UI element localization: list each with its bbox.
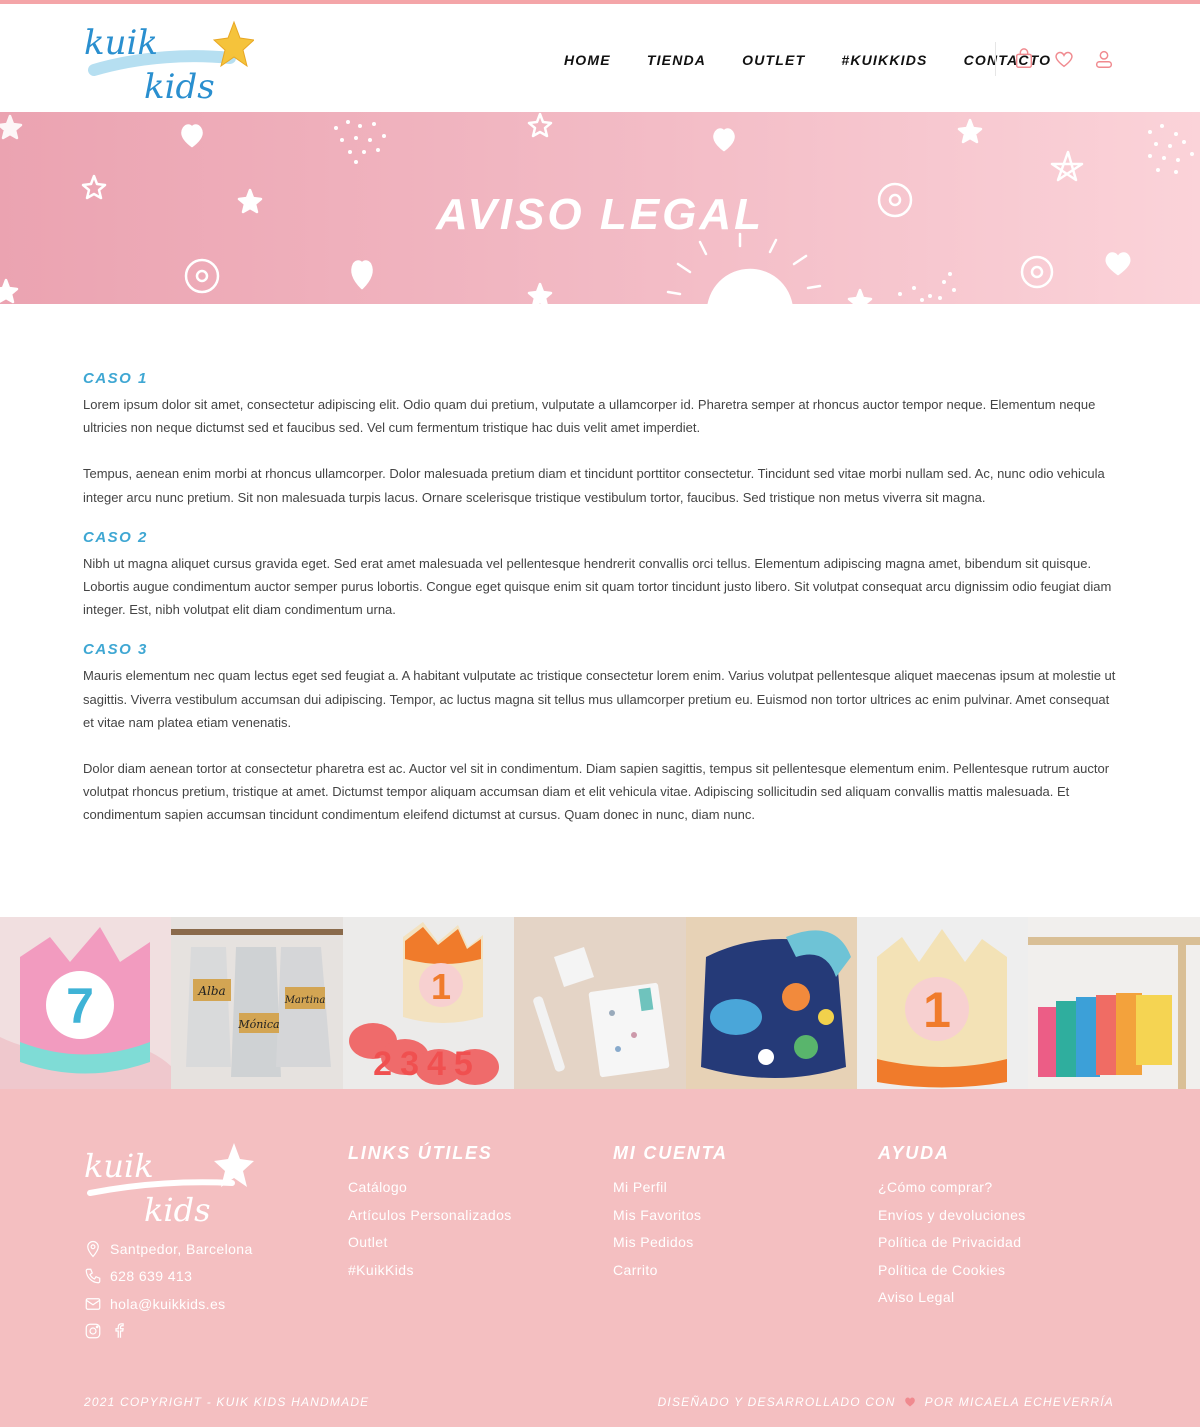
section-3-paragraph-2: Dolor diam aenean tortor at consectetur … [83,761,1110,823]
page-banner: AVISO LEGAL [0,112,1200,304]
footer-help-column: AYUDA ¿Cómo comprar? Envíos y devolucion… [878,1143,1026,1312]
footer-link-perfil[interactable]: Mi Perfil [613,1174,728,1202]
footer-link-carrito[interactable]: Carrito [613,1257,728,1285]
page-title: AVISO LEGAL [436,190,764,239]
footer-link-pedidos[interactable]: Mis Pedidos [613,1229,728,1257]
section-title-1: CASO 1 [83,370,148,387]
footer-links-column: LINKS ÚTILES Catálogo Artículos Personal… [348,1143,512,1284]
footer-credit: DISEÑADO Y DESARROLLADO CON POR MICAELA … [658,1395,1114,1409]
nav-home[interactable]: HOME [564,52,611,68]
instagram-gallery: 7 Alba Mónica Martina 1 2345 1 [0,917,1200,1089]
nav-tienda[interactable]: TIENDA [647,52,706,68]
site-header: kuik kids HOME TIENDA OUTLET #KUIKKIDS C… [0,4,1200,112]
footer-address: Santpedor, Barcelona [110,1240,253,1257]
footer-link-como-comprar[interactable]: ¿Cómo comprar? [878,1174,1026,1202]
crown-number-7: 7 [66,978,94,1034]
phone-icon [85,1268,101,1284]
location-pin-icon [87,1240,99,1258]
gallery-photo-notebook-set[interactable] [514,917,686,1089]
footer-phone[interactable]: 628 639 413 [110,1268,192,1284]
footer-logo-word-top: kuik [84,1147,154,1185]
gallery-photo-blue-bag[interactable] [685,917,857,1089]
footer-credit-suffix[interactable]: POR MICAELA ECHEVERRÍA [925,1395,1114,1409]
footer-credit-prefix: DISEÑADO Y DESARROLLADO CON [657,1395,896,1409]
footer-help-title: AYUDA [878,1143,950,1163]
site-footer: kuik kids Santpedor, Barcelona 628 639 4… [0,1089,1200,1427]
footer-social [84,1322,253,1340]
footer-logo-word-bottom: kids [144,1191,211,1229]
footer-link-personalizados[interactable]: Artículos Personalizados [348,1202,512,1230]
crown-number-1: 1 [431,966,451,1007]
heart-icon-small [905,1397,915,1407]
mail-icon [85,1297,101,1310]
section-1-paragraph-2: Tempus, aenean enim morbi at rhoncus ull… [83,466,1105,505]
footer-link-envios[interactable]: Envíos y devoluciones [878,1202,1026,1230]
nav-kuikkids[interactable]: #KUIKKIDS [841,52,927,68]
gallery-photo-crown-orange[interactable]: 1 [856,917,1029,1089]
section-1-paragraph-1: Lorem ipsum dolor sit amet, consectetur … [83,397,1096,436]
crown-digits: 2345 [373,1045,481,1083]
gallery-photo-crown-numbers[interactable]: 1 2345 [342,917,515,1089]
crown-number-1-orange: 1 [923,982,951,1038]
nav-outlet[interactable]: OUTLET [742,52,805,68]
heart-icon[interactable] [1053,48,1075,70]
gallery-photo-crown-7[interactable]: 7 [0,917,172,1089]
footer-link-kuikkids[interactable]: #KuikKids [348,1257,512,1285]
footer-copyright: 2021 COPYRIGHT - KUIK KIDS HANDMADE [84,1395,370,1409]
footer-link-favoritos[interactable]: Mis Favoritos [613,1202,728,1230]
footer-logo[interactable]: kuik kids [82,1143,254,1229]
instagram-icon[interactable] [84,1322,102,1340]
nav-contacto[interactable]: CONTACTO [964,52,1052,68]
section-3-paragraph-1: Mauris elementum nec quam lectus eget se… [83,668,1116,730]
footer-address-row: Santpedor, Barcelona [84,1235,253,1263]
footer-link-catalogo[interactable]: Catálogo [348,1174,512,1202]
footer-account-column: MI CUENTA Mi Perfil Mis Favoritos Mis Pe… [613,1143,728,1284]
footer-link-aviso-legal[interactable]: Aviso Legal [878,1284,1026,1312]
section-title-2: CASO 2 [83,528,148,546]
gallery-photo-aprons[interactable]: Alba Mónica Martina [171,917,343,1089]
footer-links-title: LINKS ÚTILES [348,1143,493,1163]
footer-link-cookies[interactable]: Política de Cookies [878,1257,1026,1285]
footer-email[interactable]: hola@kuikkids.es [110,1296,226,1312]
gallery-photo-clothes-rack[interactable] [1028,917,1200,1089]
footer-link-privacidad[interactable]: Política de Privacidad [878,1229,1026,1257]
logo-word-top: kuik [84,23,158,63]
footer-phone-row[interactable]: 628 639 413 [84,1263,253,1291]
footer-email-row[interactable]: hola@kuikkids.es [84,1290,253,1318]
bag-icon[interactable] [1013,48,1035,70]
logo-word-bottom: kids [144,67,215,107]
section-2-paragraph-1: Nibh ut magna aliquet cursus gravida ege… [83,555,1112,618]
footer-account-title: MI CUENTA [613,1143,728,1163]
user-icon[interactable] [1093,48,1115,70]
main-nav: HOME TIENDA OUTLET #KUIKKIDS CONTACTO [564,52,1051,68]
section-title-3: CASO 3 [83,641,148,659]
footer-contact: Santpedor, Barcelona 628 639 413 hola@ku… [84,1235,253,1340]
footer-link-outlet[interactable]: Outlet [348,1229,512,1257]
facebook-icon[interactable] [110,1322,128,1340]
nav-divider [995,42,996,76]
kuikkids-logo[interactable]: kuik kids [82,18,254,108]
apron-name-monica: Mónica [238,1018,280,1031]
legal-content: CASO 1 Lorem ipsum dolor sit amet, conse… [83,370,1119,827]
apron-name-martina: Martina [284,995,326,1006]
apron-name-alba: Alba [198,984,226,998]
